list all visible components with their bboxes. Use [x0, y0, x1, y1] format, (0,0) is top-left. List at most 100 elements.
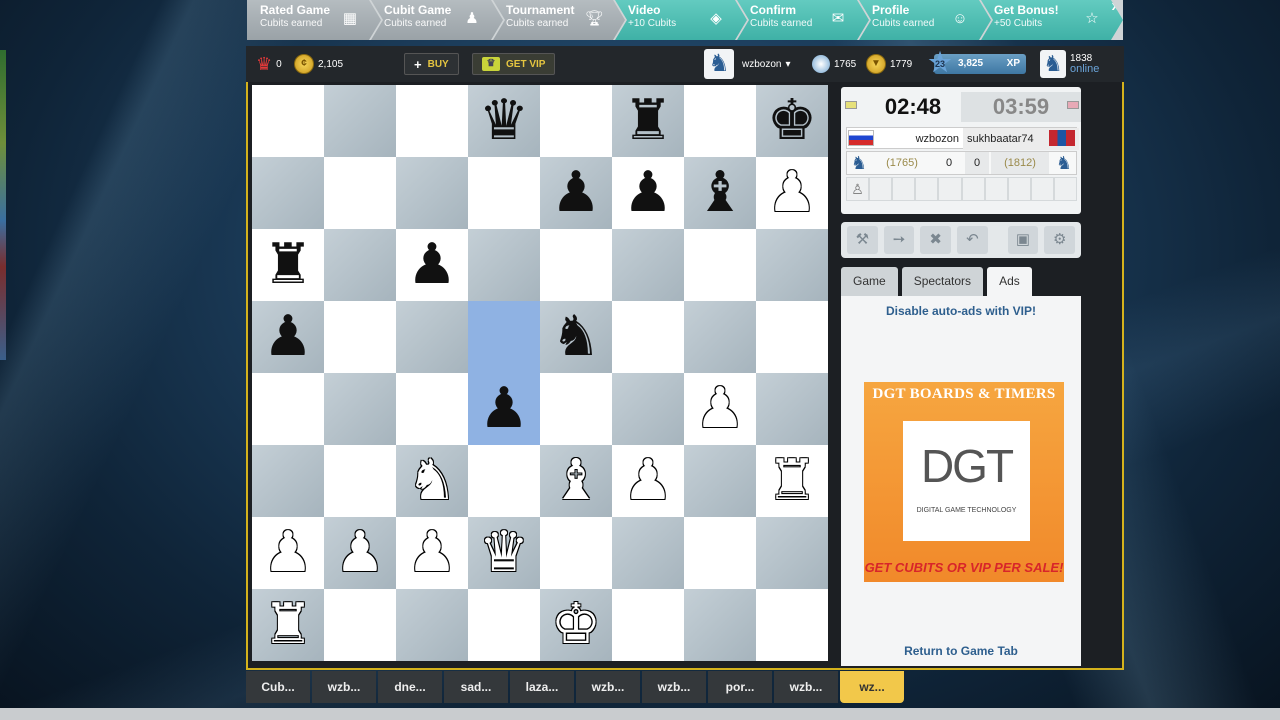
- square-h1[interactable]: [756, 589, 828, 661]
- game-tab[interactable]: wzb...: [312, 671, 376, 703]
- square-h8[interactable]: ♚: [756, 85, 828, 157]
- nav-profile[interactable]: Profile Cubits earned ☺: [859, 0, 991, 40]
- white-rook-icon[interactable]: ♜: [767, 451, 817, 511]
- square-d6[interactable]: [468, 229, 540, 301]
- nav-cubit-game[interactable]: Cubit Game Cubits earned ♟: [371, 0, 503, 40]
- square-f1[interactable]: [612, 589, 684, 661]
- black-pawn-icon[interactable]: ♟: [263, 307, 313, 367]
- close-icon[interactable]: x: [1112, 0, 1119, 13]
- white-queen-icon[interactable]: ♛: [479, 523, 529, 583]
- square-h2[interactable]: [756, 517, 828, 589]
- square-b2[interactable]: ♟: [324, 517, 396, 589]
- takeback-icon[interactable]: ↶: [957, 226, 988, 254]
- nav-video[interactable]: Video +10 Cubits ◈: [615, 0, 747, 40]
- square-c8[interactable]: [396, 85, 468, 157]
- square-b6[interactable]: [324, 229, 396, 301]
- square-d4[interactable]: ♟: [468, 373, 540, 445]
- dgt-banner[interactable]: DGT BOARDS & TIMERS DGT DIGITAL GAME TEC…: [864, 382, 1064, 582]
- square-e8[interactable]: [540, 85, 612, 157]
- square-c3[interactable]: ♞: [396, 445, 468, 517]
- square-h5[interactable]: [756, 301, 828, 373]
- game-tab[interactable]: laza...: [510, 671, 574, 703]
- black-pawn-icon[interactable]: ♟: [479, 379, 529, 439]
- nav-rated-game[interactable]: Rated Game Cubits earned ▦: [247, 0, 381, 40]
- game-tab[interactable]: por...: [708, 671, 772, 703]
- square-f3[interactable]: ♟: [612, 445, 684, 517]
- square-e7[interactable]: ♟: [540, 157, 612, 229]
- game-tab[interactable]: wz...: [840, 671, 904, 703]
- tab-ads[interactable]: Ads: [987, 267, 1032, 297]
- save-icon[interactable]: ▣: [1007, 226, 1039, 254]
- tab-game[interactable]: Game: [841, 267, 898, 297]
- white-pawn-icon[interactable]: ♟: [767, 163, 817, 223]
- square-g6[interactable]: [684, 229, 756, 301]
- square-h3[interactable]: ♜: [756, 445, 828, 517]
- black-pawn-icon[interactable]: ♟: [623, 163, 673, 223]
- square-e3[interactable]: ♝: [540, 445, 612, 517]
- square-a4[interactable]: [252, 373, 324, 445]
- white-bishop-icon[interactable]: ♝: [551, 451, 601, 511]
- game-tab[interactable]: wzb...: [774, 671, 838, 703]
- game-tab[interactable]: wzb...: [642, 671, 706, 703]
- abort-arrow-icon[interactable]: ➙: [883, 226, 915, 254]
- square-f6[interactable]: [612, 229, 684, 301]
- square-e6[interactable]: [540, 229, 612, 301]
- buy-button[interactable]: + BUY: [404, 53, 459, 75]
- white-pawn-icon[interactable]: ♟: [407, 523, 457, 583]
- square-h7[interactable]: ♟: [756, 157, 828, 229]
- black-pawn-icon[interactable]: ♟: [551, 163, 601, 223]
- square-f8[interactable]: ♜: [612, 85, 684, 157]
- settings-gear-icon[interactable]: ⚙: [1044, 226, 1076, 254]
- square-g8[interactable]: [684, 85, 756, 157]
- square-c7[interactable]: [396, 157, 468, 229]
- square-a2[interactable]: ♟: [252, 517, 324, 589]
- game-tab[interactable]: Cub...: [246, 671, 310, 703]
- square-a1[interactable]: ♜: [252, 589, 324, 661]
- game-tab[interactable]: sad...: [444, 671, 508, 703]
- offer-draw-icon[interactable]: ⚒: [847, 226, 878, 254]
- square-g1[interactable]: [684, 589, 756, 661]
- get-vip-button[interactable]: ♛ GET VIP: [472, 53, 556, 75]
- square-e4[interactable]: [540, 373, 612, 445]
- black-queen-icon[interactable]: ♛: [479, 91, 529, 151]
- game-tab[interactable]: wzb...: [576, 671, 640, 703]
- black-knight-icon[interactable]: ♞: [551, 307, 601, 367]
- square-b1[interactable]: [324, 589, 396, 661]
- game-tab[interactable]: dne...: [378, 671, 442, 703]
- square-b5[interactable]: [324, 301, 396, 373]
- square-d7[interactable]: [468, 157, 540, 229]
- square-b7[interactable]: [324, 157, 396, 229]
- square-a8[interactable]: [252, 85, 324, 157]
- nav-confirm[interactable]: Confirm Cubits earned ✉: [737, 0, 869, 40]
- square-c5[interactable]: [396, 301, 468, 373]
- white-pawn-icon[interactable]: ♟: [335, 523, 385, 583]
- square-g3[interactable]: [684, 445, 756, 517]
- square-a6[interactable]: ♜: [252, 229, 324, 301]
- square-f4[interactable]: [612, 373, 684, 445]
- square-a5[interactable]: ♟: [252, 301, 324, 373]
- return-to-game-link[interactable]: Return to Game Tab: [841, 644, 1081, 658]
- square-b4[interactable]: [324, 373, 396, 445]
- square-c1[interactable]: [396, 589, 468, 661]
- square-h4[interactable]: [756, 373, 828, 445]
- black-rook-icon[interactable]: ♜: [263, 235, 313, 295]
- white-king-icon[interactable]: ♚: [551, 595, 601, 655]
- tab-spectators[interactable]: Spectators: [901, 267, 984, 297]
- square-e2[interactable]: [540, 517, 612, 589]
- user-menu[interactable]: ♞ wzbozon ▾: [704, 46, 791, 82]
- nav-tournament[interactable]: Tournament Cubits earned 🏆︎: [493, 0, 625, 40]
- square-c6[interactable]: ♟: [396, 229, 468, 301]
- white-pawn-icon[interactable]: ♟: [695, 379, 745, 439]
- square-d5[interactable]: [468, 301, 540, 373]
- square-g5[interactable]: [684, 301, 756, 373]
- square-g7[interactable]: ♝: [684, 157, 756, 229]
- square-a3[interactable]: [252, 445, 324, 517]
- square-e1[interactable]: ♚: [540, 589, 612, 661]
- square-d2[interactable]: ♛: [468, 517, 540, 589]
- square-d8[interactable]: ♛: [468, 85, 540, 157]
- square-f2[interactable]: [612, 517, 684, 589]
- black-rook-icon[interactable]: ♜: [623, 91, 673, 151]
- square-g2[interactable]: [684, 517, 756, 589]
- square-c2[interactable]: ♟: [396, 517, 468, 589]
- square-d3[interactable]: [468, 445, 540, 517]
